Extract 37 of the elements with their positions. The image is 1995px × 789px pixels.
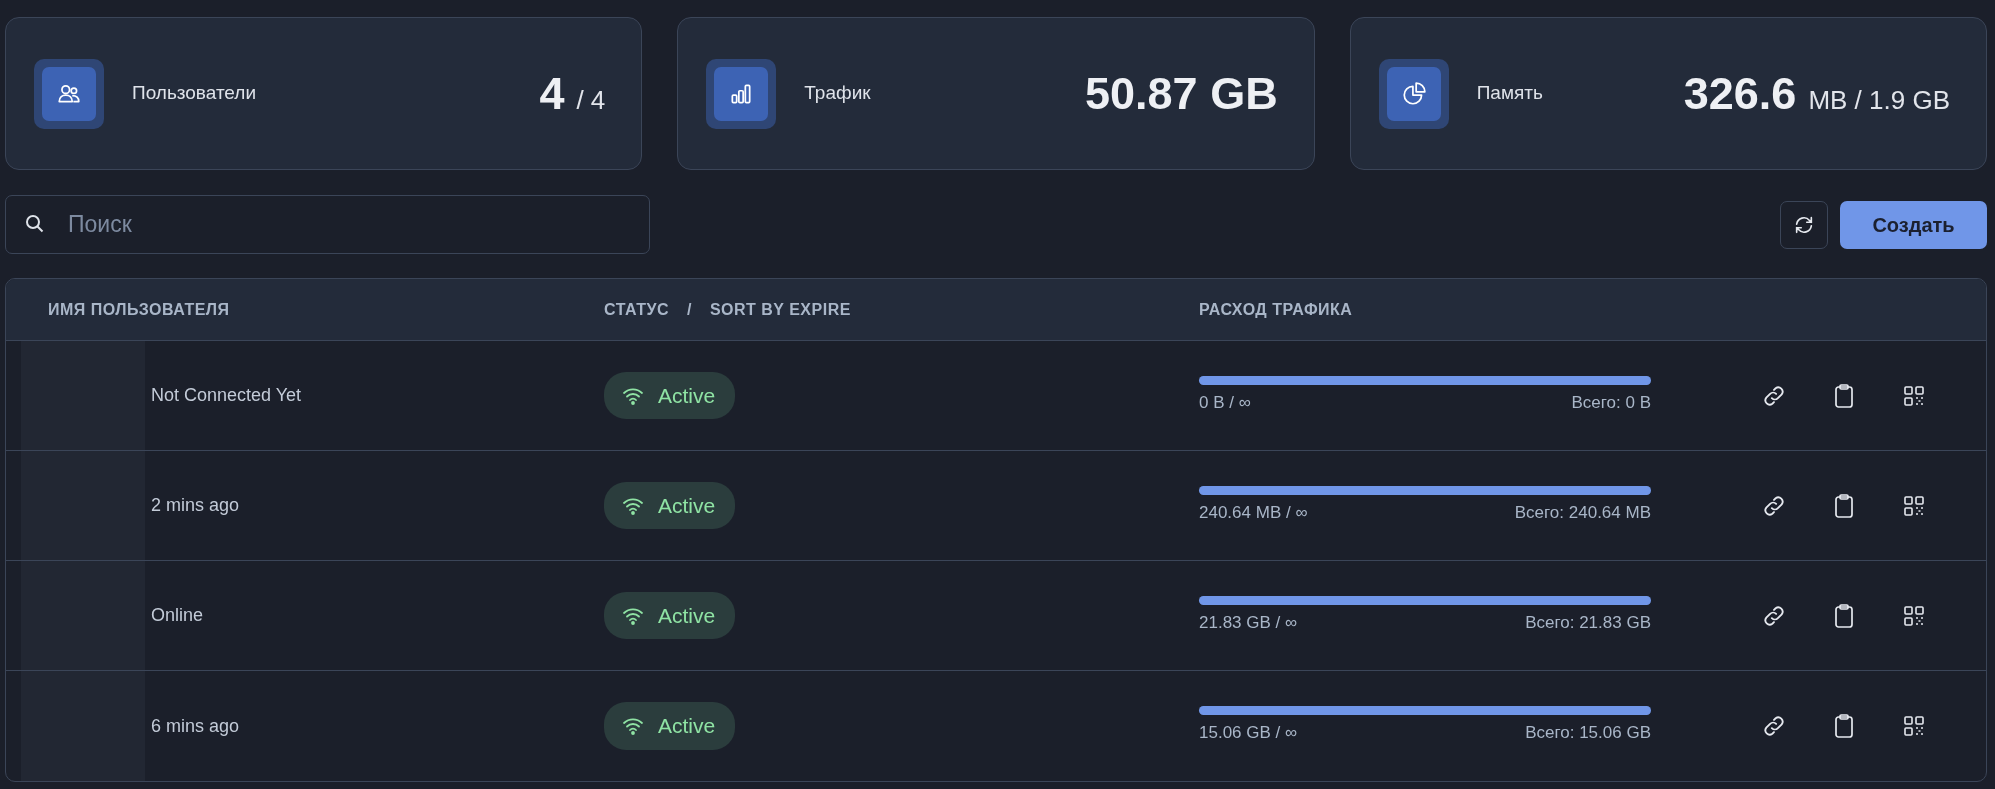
stat-value: 326.6 [1683,66,1797,121]
column-header[interactable]: ИМЯ ПОЛЬЗОВАТЕЛЯ [48,297,230,322]
last-seen-text: Not Connected Yet [151,384,302,407]
traffic-used: 15.06 GB / ∞ [1199,722,1298,745]
traffic-used: 21.83 GB / ∞ [1199,611,1298,634]
traffic-used: 240.64 MB / ∞ [1199,501,1308,524]
stat-unit: / 4 [576,83,606,117]
wifi-icon [622,606,644,625]
search-field[interactable]: Поиск [5,195,650,254]
traffic-used: 0 B / ∞ [1199,391,1251,414]
stat-label: Трафик [804,81,871,106]
status-badge: Active [604,481,736,530]
last-seen-text: 2 mins ago [151,494,240,517]
stat-label: Пользователи [132,81,256,106]
wifi-icon [622,496,644,515]
sort-link[interactable]: SORT BY EXPIRE [709,300,851,318]
status-badge: Active [604,371,736,420]
refresh-button[interactable] [1780,200,1828,249]
traffic-total: Всего: 21.83 GB [1525,611,1651,634]
column-header[interactable]: РАСХОД ТРАФИКА [1199,300,1353,318]
status-badge: Active [604,591,736,640]
stat-unit: MB / 1.9 GB [1808,83,1950,117]
stat-label: Память [1476,81,1543,106]
traffic-total: Всего: 15.06 GB [1525,722,1651,745]
pie-chart-icon [1400,80,1427,107]
stat-value: 4 [539,66,565,121]
stat-value: 50.87 GB [1085,66,1278,121]
last-seen-text: Online [151,604,204,627]
status-badge: Active [604,702,736,750]
column-header[interactable]: СТАТУС [604,300,669,318]
create-button[interactable]: Создать [1840,200,1987,249]
wifi-icon [622,386,644,405]
traffic-total: Всего: 0 B [1571,391,1651,414]
wifi-icon [622,717,644,735]
traffic-total: Всего: 240.64 MB [1514,501,1651,524]
separator-slash: / [686,300,692,318]
last-seen-text: 6 mins ago [151,714,240,738]
